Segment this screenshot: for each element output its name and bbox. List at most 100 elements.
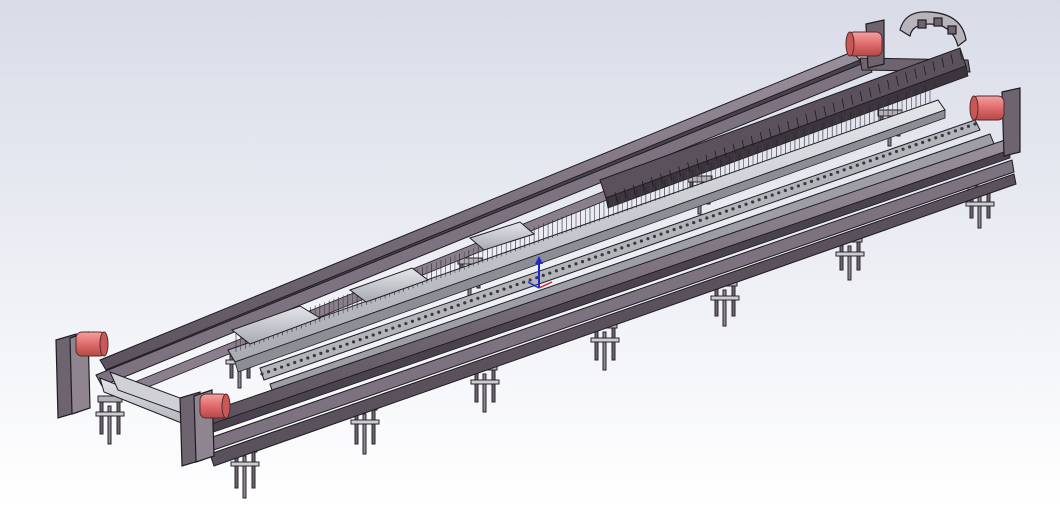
chain-roller	[620, 246, 624, 250]
chain-roller	[410, 319, 415, 323]
chain-roller	[777, 191, 781, 195]
chain-roller	[613, 248, 617, 252]
chain-roller	[463, 301, 467, 305]
chain-roller	[522, 280, 526, 284]
chain-roller	[855, 163, 859, 167]
chain-roller	[437, 310, 441, 314]
motor-right	[969, 95, 1005, 121]
chain-roller	[724, 209, 729, 213]
chain-roller	[901, 147, 905, 151]
chain-roller	[907, 145, 912, 149]
chain-roller	[705, 216, 709, 220]
chain-roller	[299, 358, 303, 362]
chain-roller	[940, 133, 944, 138]
chain-roller	[737, 204, 742, 209]
chain-roller	[456, 303, 460, 307]
chain-roller	[306, 356, 310, 360]
chain-roller	[953, 129, 957, 133]
chain-roller	[934, 136, 938, 140]
end-plate-right	[1001, 87, 1021, 157]
chain-roller	[293, 360, 297, 365]
motor-front	[199, 393, 231, 419]
chain-roller	[842, 168, 846, 172]
motor-rear	[845, 31, 883, 57]
chain-roller	[312, 354, 316, 358]
chain-roller	[652, 234, 657, 238]
chain-roller	[862, 161, 866, 165]
chain-roller	[358, 337, 362, 342]
motor-left	[75, 331, 109, 357]
chain-roller	[489, 292, 493, 296]
chain-roller	[921, 140, 925, 144]
chain-roller	[365, 335, 369, 339]
chain-roller	[345, 342, 349, 346]
chain-roller	[587, 257, 591, 261]
chain-roller	[679, 225, 683, 229]
chain-roller	[580, 260, 585, 264]
chain-roller	[659, 232, 663, 236]
chain-roller	[515, 282, 519, 287]
chain-roller	[319, 351, 323, 355]
chain-roller	[868, 159, 872, 163]
chain-roller	[273, 367, 277, 372]
chain-roller	[508, 285, 513, 289]
chain-roller	[371, 333, 375, 337]
chain-roller	[423, 315, 428, 319]
chain-roller	[803, 182, 807, 186]
chain-roller	[325, 349, 330, 353]
chain-roller	[770, 193, 774, 197]
chain-roller	[535, 276, 539, 280]
chain-roller	[665, 230, 670, 234]
chain-roller	[947, 131, 951, 135]
chain-roller	[476, 296, 480, 300]
chain-roller	[502, 287, 506, 291]
chain-roller	[280, 365, 284, 369]
chain-roller	[914, 143, 918, 147]
chain-roller	[750, 200, 755, 204]
chain-roller	[692, 221, 696, 225]
chain-roller	[260, 372, 264, 376]
chain-roller	[966, 124, 971, 128]
cad-viewport[interactable]	[0, 0, 1060, 506]
chain-roller	[548, 271, 552, 275]
chain-roller	[266, 370, 271, 374]
chain-roller	[384, 328, 388, 333]
chain-roller	[633, 241, 637, 245]
support-stand	[95, 395, 125, 445]
chain-roller	[672, 227, 676, 232]
chain-roller	[450, 305, 454, 310]
chain-roller	[698, 218, 702, 222]
chain-roller	[829, 172, 833, 177]
chain-roller	[404, 321, 408, 326]
chain-roller	[607, 250, 611, 255]
chain-roller	[646, 237, 650, 241]
chain-roller	[469, 299, 473, 303]
chain-roller	[351, 340, 356, 344]
chain-roller	[567, 264, 572, 268]
chain-roller	[888, 152, 892, 156]
chain-roller	[849, 165, 853, 170]
chain-roller	[790, 186, 794, 190]
chain-roller	[391, 326, 395, 330]
chain-roller	[443, 308, 447, 312]
chain-roller	[430, 312, 434, 316]
chain-roller	[482, 294, 487, 298]
chain-roller	[594, 255, 598, 259]
chain-roller	[332, 347, 336, 351]
drag-chain-icon	[899, 11, 967, 48]
chain-roller	[600, 253, 604, 257]
chain-roller	[286, 363, 290, 367]
chain-roller	[639, 239, 643, 243]
chain-roller	[757, 198, 761, 202]
chain-roller	[744, 202, 748, 206]
chain-roller	[574, 262, 578, 266]
conveyor-assembly-drawing[interactable]	[0, 0, 1060, 506]
chain-roller	[626, 243, 630, 248]
chain-roller	[973, 122, 977, 126]
chain-roller	[809, 179, 814, 183]
chain-roller	[711, 214, 715, 218]
chain-roller	[338, 344, 343, 349]
chain-roller	[397, 324, 401, 328]
chain-roller	[927, 138, 931, 142]
chain-roller	[881, 154, 886, 158]
